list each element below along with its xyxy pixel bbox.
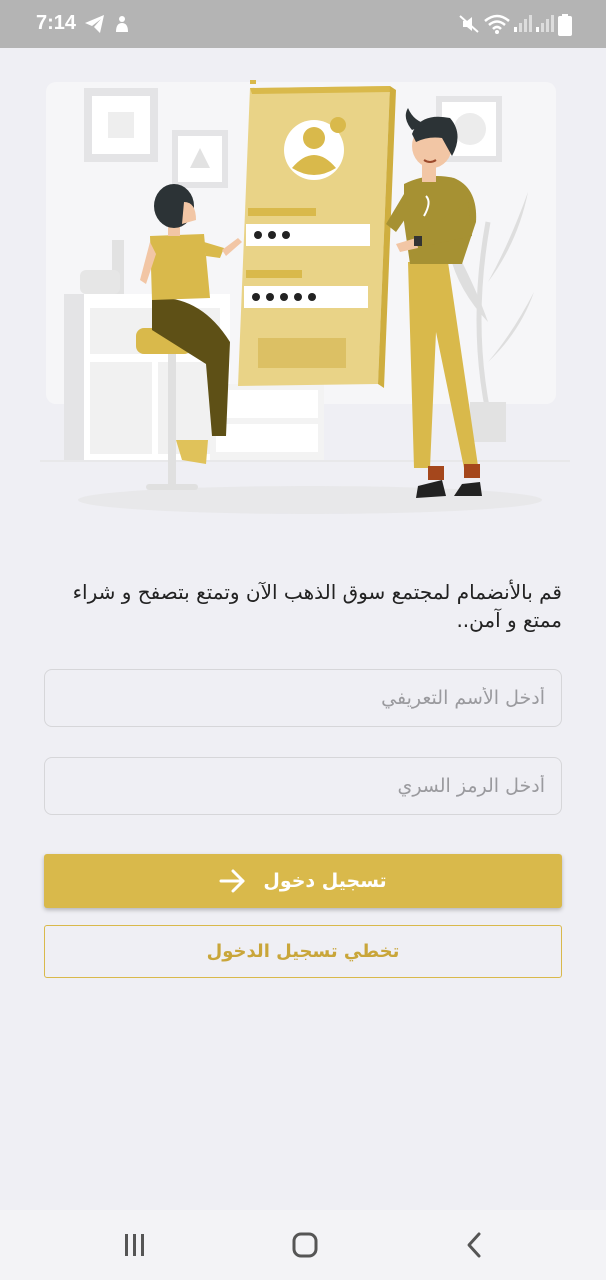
navigation-bar	[0, 1210, 606, 1280]
signal-icon	[536, 15, 554, 32]
battery-icon	[558, 14, 572, 36]
wifi-icon	[484, 14, 510, 34]
status-time: 7:14	[36, 12, 77, 34]
back-icon[interactable]	[462, 1230, 486, 1260]
username-field[interactable]	[44, 669, 562, 727]
username-input[interactable]	[45, 670, 561, 726]
password-input[interactable]	[45, 758, 561, 814]
telegram-icon	[85, 15, 104, 33]
signal-icon	[514, 15, 532, 32]
arrow-right-icon	[219, 869, 245, 893]
password-field[interactable]	[44, 757, 562, 815]
notification-icon	[116, 16, 128, 32]
login-illustration	[40, 80, 570, 514]
login-button-label: تسجيل دخول	[263, 870, 387, 892]
skip-login-label: تخطي تسجيل الدخول	[206, 941, 400, 962]
home-icon[interactable]	[290, 1230, 320, 1260]
skip-login-button[interactable]: تخطي تسجيل الدخول	[44, 925, 562, 978]
mute-icon	[459, 15, 479, 33]
status-bar: 7:14	[0, 0, 606, 48]
login-button[interactable]: تسجيل دخول	[44, 854, 562, 908]
intro-text: قم بالأنضمام لمجتمع سوق الذهب الآن وتمتع…	[72, 580, 562, 632]
recent-apps-icon[interactable]	[122, 1230, 148, 1260]
